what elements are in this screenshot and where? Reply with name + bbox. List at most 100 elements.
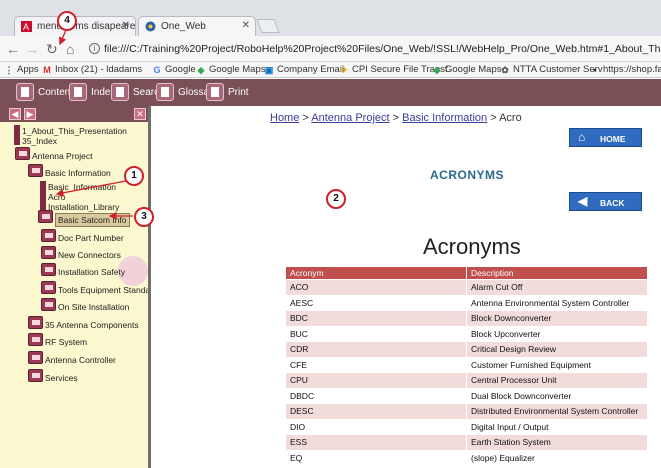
- breadcrumb-separator: >: [490, 112, 497, 124]
- print-button[interactable]: Print: [206, 83, 249, 102]
- url-text: file:///C:/Training%20Project/RoboHelp%2…: [104, 43, 661, 55]
- bookmark-label: Google: [165, 64, 196, 75]
- toc-item-doc-part-number[interactable]: Doc Part Number: [41, 229, 124, 243]
- toc-item-installation-safety[interactable]: Installation Safety: [41, 263, 126, 277]
- book-icon: [28, 333, 43, 346]
- maps-icon: ◆: [197, 65, 205, 75]
- book-icon: [41, 246, 56, 259]
- page-title: Acronyms: [423, 234, 521, 259]
- bookmark-label: Inbox (21) - ldadams: [55, 64, 143, 75]
- toc-label: Installation Safety: [58, 267, 126, 277]
- bookmark-google[interactable]: G Google: [152, 64, 196, 75]
- book-icon: [41, 263, 56, 276]
- toc-item-basic-satcom-info[interactable]: Basic Satcom Info: [38, 210, 130, 227]
- toc-item-basic-information[interactable]: Basic Information: [28, 164, 111, 178]
- callout-3: 3: [134, 207, 154, 227]
- breadcrumb-separator: >: [392, 112, 400, 124]
- back-button[interactable]: ◀ BACK: [569, 192, 642, 211]
- toc-label: Basic Information: [45, 168, 111, 178]
- description-cell: Alarm Cut Off: [466, 279, 648, 296]
- info-icon[interactable]: i: [89, 43, 100, 54]
- toc-item-new-connectors[interactable]: New Connectors: [41, 246, 121, 260]
- toc-label: 35_Index: [22, 136, 57, 146]
- toc-label: Basic_Information: [48, 182, 117, 192]
- contents-icon: [16, 83, 34, 101]
- description-cell: Earth Station System: [466, 434, 648, 451]
- url-field[interactable]: i file:///C:/Training%20Project/RoboHelp…: [86, 40, 661, 58]
- screenshot-frame: A menu items disapeared ✕ One_Web ✕ ← → …: [0, 0, 661, 468]
- bookmark-shop[interactable]: ▪ https://shop.farm: [590, 64, 661, 75]
- house-icon: ⌂: [578, 130, 586, 144]
- toc-label: RF System: [45, 337, 88, 347]
- breadcrumb-basic-information-link[interactable]: Basic Information: [402, 112, 487, 124]
- print-icon: [206, 83, 224, 101]
- toc-item-basic-information-page[interactable]: Basic_Information: [40, 181, 117, 192]
- forward-arrow-icon[interactable]: →: [25, 41, 39, 57]
- ntta-icon: ✿: [501, 65, 509, 75]
- bookmark-company-email[interactable]: ▣ Company Email: [264, 64, 344, 75]
- toc-label: Services: [45, 373, 78, 383]
- toc-item-tools-equipment[interactable]: Tools Equipment Standards: [41, 281, 151, 295]
- bookmark-google-maps-2[interactable]: ◆ Google Maps: [432, 64, 502, 75]
- toc-item-rf-system[interactable]: RF System: [28, 333, 88, 347]
- bookmark-inbox[interactable]: M Inbox (21) - ldadams: [42, 64, 142, 75]
- back-arrow-icon[interactable]: ←: [6, 41, 20, 57]
- toc-item-on-site-installation[interactable]: On Site Installation: [41, 298, 129, 312]
- toc-label: Tools Equipment Standards: [58, 285, 151, 295]
- svg-text:A: A: [23, 22, 29, 32]
- close-tab-icon[interactable]: ✕: [242, 20, 250, 31]
- bookmark-apps[interactable]: ⋮ Apps: [4, 64, 39, 75]
- toc-item-acro[interactable]: Acro: [40, 191, 65, 202]
- toc-close-icon[interactable]: ✕: [134, 108, 146, 120]
- toc-label: Basic Satcom Info: [58, 215, 127, 225]
- toc-label: Antenna Project: [32, 151, 93, 161]
- description-cell: Central Processor Unit: [466, 372, 648, 389]
- toc-label: 1_About_This_Presentation: [22, 126, 127, 136]
- robohelp-toolbar: Contents Index Search Glossary Print: [0, 79, 661, 106]
- index-icon: [69, 83, 87, 101]
- search-icon: [111, 83, 129, 101]
- index-button[interactable]: Index: [69, 83, 115, 102]
- bookmark-ntta[interactable]: ✿ NTTA Customer Serv: [500, 64, 602, 75]
- close-tab-icon[interactable]: ✕: [122, 20, 130, 31]
- breadcrumb-separator: >: [302, 112, 309, 124]
- tab-one-web[interactable]: One_Web ✕: [138, 16, 256, 36]
- home-button[interactable]: ⌂ HOME: [569, 128, 642, 147]
- acronym-cell: DIO: [285, 418, 467, 435]
- book-icon: [38, 210, 53, 223]
- bookmark-label: Google Maps: [445, 64, 502, 75]
- address-bar-row: ← → ↻ ⌂ i file:///C:/Training%20Project/…: [0, 36, 661, 62]
- table-row: CDR Critical Design Review: [285, 341, 648, 358]
- toc-item-about[interactable]: 1_About_This_Presentation: [14, 125, 127, 136]
- column-header: Acronym: [285, 266, 467, 280]
- google-icon: G: [153, 65, 161, 75]
- toc-item-index[interactable]: 35_Index: [14, 135, 57, 146]
- bookmark-label: https://shop.farm: [603, 64, 661, 75]
- description-cell: Antenna Environmental System Controller: [466, 294, 648, 311]
- bookmark-label: Company Email: [277, 64, 345, 75]
- home-icon[interactable]: ⌂: [66, 41, 74, 57]
- description-cell: Block Downconverter: [466, 310, 648, 327]
- toc-item-services[interactable]: Services: [28, 369, 78, 383]
- breadcrumb-antenna-project-link[interactable]: Antenna Project: [311, 112, 389, 124]
- table-row: CPU Central Processor Unit: [285, 372, 648, 389]
- table-row: DESC Distributed Environmental System Con…: [285, 403, 648, 420]
- bookmark-google-maps[interactable]: ◆ Google Maps: [196, 64, 266, 75]
- new-tab-button[interactable]: [256, 19, 280, 33]
- table-row: DIO Digital Input / Output: [285, 418, 648, 435]
- book-icon: [28, 369, 43, 382]
- toc-item-installation-library[interactable]: Installation_Library: [40, 201, 119, 212]
- toc-prev-icon[interactable]: ◀: [9, 108, 21, 120]
- outlook-icon: ▣: [264, 65, 274, 75]
- apps-icon: ⋮: [4, 65, 14, 75]
- toc-next-icon[interactable]: ▶: [24, 108, 36, 120]
- toc-item-antenna-project[interactable]: Antenna Project: [15, 147, 93, 161]
- table-row: DBDC Dual Block Downconverter: [285, 387, 648, 404]
- button-label: HOME: [600, 134, 626, 144]
- description-cell: Digital Input / Output: [466, 418, 648, 435]
- reload-icon[interactable]: ↻: [46, 41, 58, 58]
- breadcrumb-home-link[interactable]: Home: [270, 112, 299, 124]
- toc-item-antenna-components[interactable]: 35 Antenna Components: [28, 316, 139, 330]
- table-row: ESS Earth Station System: [285, 434, 648, 451]
- toc-item-antenna-controller[interactable]: Antenna Controller: [28, 351, 116, 365]
